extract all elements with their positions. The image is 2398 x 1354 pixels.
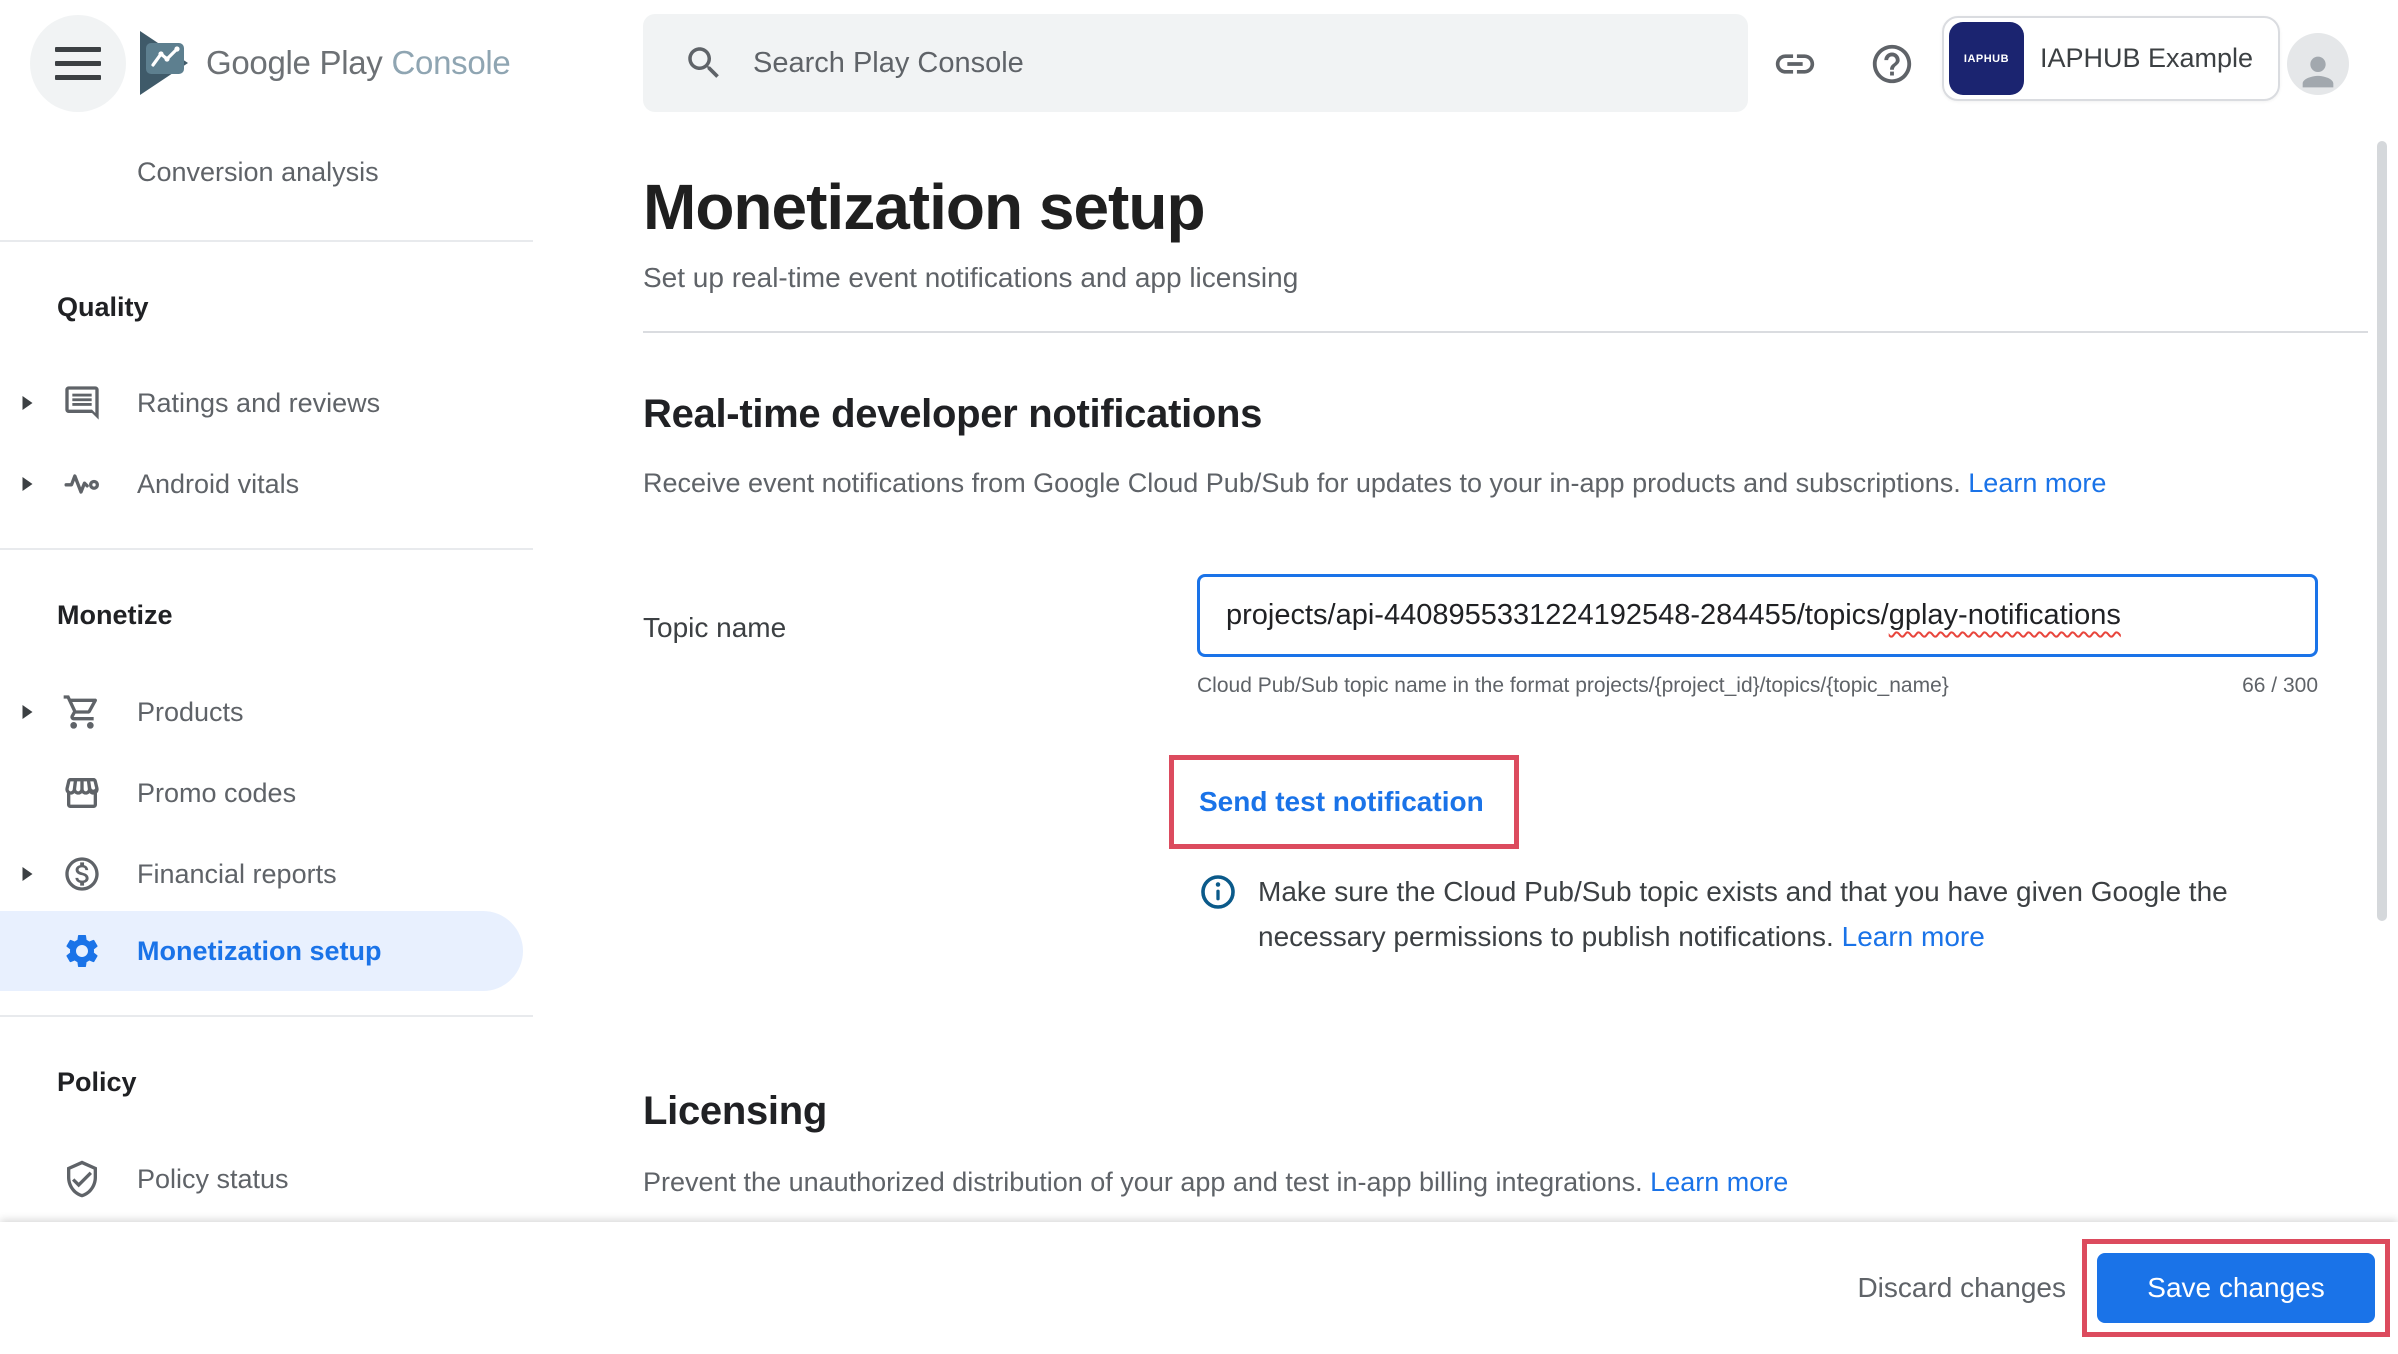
sidebar-item-promo-codes[interactable]: Promo codes: [0, 769, 533, 817]
topic-name-input[interactable]: projects/api-4408955331224192548-284455/…: [1197, 574, 2318, 657]
sidebar-item-android-vitals[interactable]: Android vitals: [0, 460, 533, 508]
app-icon: IAPHUB: [1949, 22, 2024, 95]
search-icon: [683, 42, 725, 84]
licensing-heading: Licensing: [643, 1089, 827, 1134]
cart-icon: [62, 692, 102, 732]
send-test-notification-button[interactable]: Send test notification: [1199, 786, 1484, 818]
app-switcher-button[interactable]: IAPHUB IAPHUB Example: [1942, 16, 2280, 101]
app-name-label: IAPHUB Example: [2040, 43, 2253, 74]
sidebar-section-policy: Policy: [57, 1067, 137, 1098]
play-console-app: Google PlayConsole IAPHUB IAPHUB Example…: [0, 0, 2398, 1354]
shield-check-icon: [62, 1159, 102, 1199]
rtdn-description: Receive event notifications from Google …: [643, 468, 2106, 499]
topic-helper-row: Cloud Pub/Sub topic name in the format p…: [1197, 674, 2318, 698]
page-subtitle: Set up real-time event notifications and…: [643, 262, 1298, 294]
sidebar-item-ratings-and-reviews[interactable]: Ratings and reviews: [0, 379, 533, 427]
vitals-pulse-icon: [62, 464, 102, 504]
sidebar-item-financial-reports[interactable]: Financial reports: [0, 850, 533, 898]
licensing-learn-more-link[interactable]: Learn more: [1650, 1167, 1788, 1197]
reviews-icon: [62, 383, 102, 423]
storefront-icon: [62, 773, 102, 813]
topic-value-spellcheck: gplay-notifications: [1889, 599, 2121, 632]
rtdn-heading: Real-time developer notifications: [643, 392, 1262, 437]
hamburger-menu-button[interactable]: [30, 15, 126, 112]
sidebar-divider: [0, 1015, 533, 1017]
logo-text-console: Console: [391, 44, 510, 81]
info-icon: [1200, 874, 1236, 910]
dollar-circle-icon: [62, 854, 102, 894]
save-changes-button[interactable]: Save changes: [2097, 1253, 2375, 1323]
note-text: Make sure the Cloud Pub/Sub topic exists…: [1258, 869, 2228, 959]
expand-caret-icon[interactable]: [20, 394, 35, 412]
scrollbar-thumb[interactable]: [2377, 141, 2387, 921]
annotation-box-save: Save changes: [2082, 1239, 2390, 1337]
expand-caret-icon[interactable]: [20, 703, 35, 721]
topic-name-label: Topic name: [643, 612, 786, 644]
sidebar-divider: [0, 548, 533, 550]
note-learn-more-link[interactable]: Learn more: [1842, 921, 1985, 952]
search-input[interactable]: [753, 47, 1553, 80]
page-title: Monetization setup: [643, 170, 1205, 244]
topic-value: projects/api-4408955331224192548-284455/…: [1226, 599, 1889, 632]
app-icon-label: IAPHUB: [1964, 53, 2009, 65]
sidebar-item-products[interactable]: Products: [0, 688, 533, 736]
expand-caret-icon[interactable]: [20, 475, 35, 493]
char-counter: 66 / 300: [2242, 674, 2318, 698]
annotation-box-send-test: Send test notification: [1169, 755, 1519, 849]
hamburger-icon: [55, 47, 101, 52]
sidebar-section-quality: Quality: [57, 292, 149, 323]
bottom-action-bar: Discard changes Save changes: [0, 1222, 2398, 1354]
discard-changes-button[interactable]: Discard changes: [1857, 1272, 2066, 1304]
play-logo-icon: [136, 29, 192, 97]
gear-icon: [62, 931, 102, 971]
section-divider: [643, 331, 2368, 333]
expand-caret-icon[interactable]: [20, 865, 35, 883]
sidebar-divider: [0, 240, 533, 242]
help-icon[interactable]: [1869, 41, 1915, 87]
sidebar-item-conversion-analysis[interactable]: Conversion analysis: [0, 148, 533, 196]
pubsub-info-note: Make sure the Cloud Pub/Sub topic exists…: [1200, 869, 2228, 959]
link-icon[interactable]: [1772, 41, 1818, 87]
sidebar-item-monetization-setup[interactable]: Monetization setup: [0, 927, 533, 975]
topic-helper-text: Cloud Pub/Sub topic name in the format p…: [1197, 674, 1949, 698]
google-play-console-logo: Google PlayConsole: [136, 28, 510, 98]
logo-text-google-play: Google Play: [206, 44, 382, 81]
avatar[interactable]: [2287, 33, 2349, 95]
rtdn-learn-more-link[interactable]: Learn more: [1968, 468, 2106, 498]
licensing-description: Prevent the unauthorized distribution of…: [643, 1167, 1788, 1198]
sidebar-item-policy-status[interactable]: Policy status: [0, 1155, 533, 1203]
person-icon: [2295, 49, 2341, 95]
search-bar[interactable]: [643, 14, 1748, 112]
sidebar-section-monetize: Monetize: [57, 600, 173, 631]
